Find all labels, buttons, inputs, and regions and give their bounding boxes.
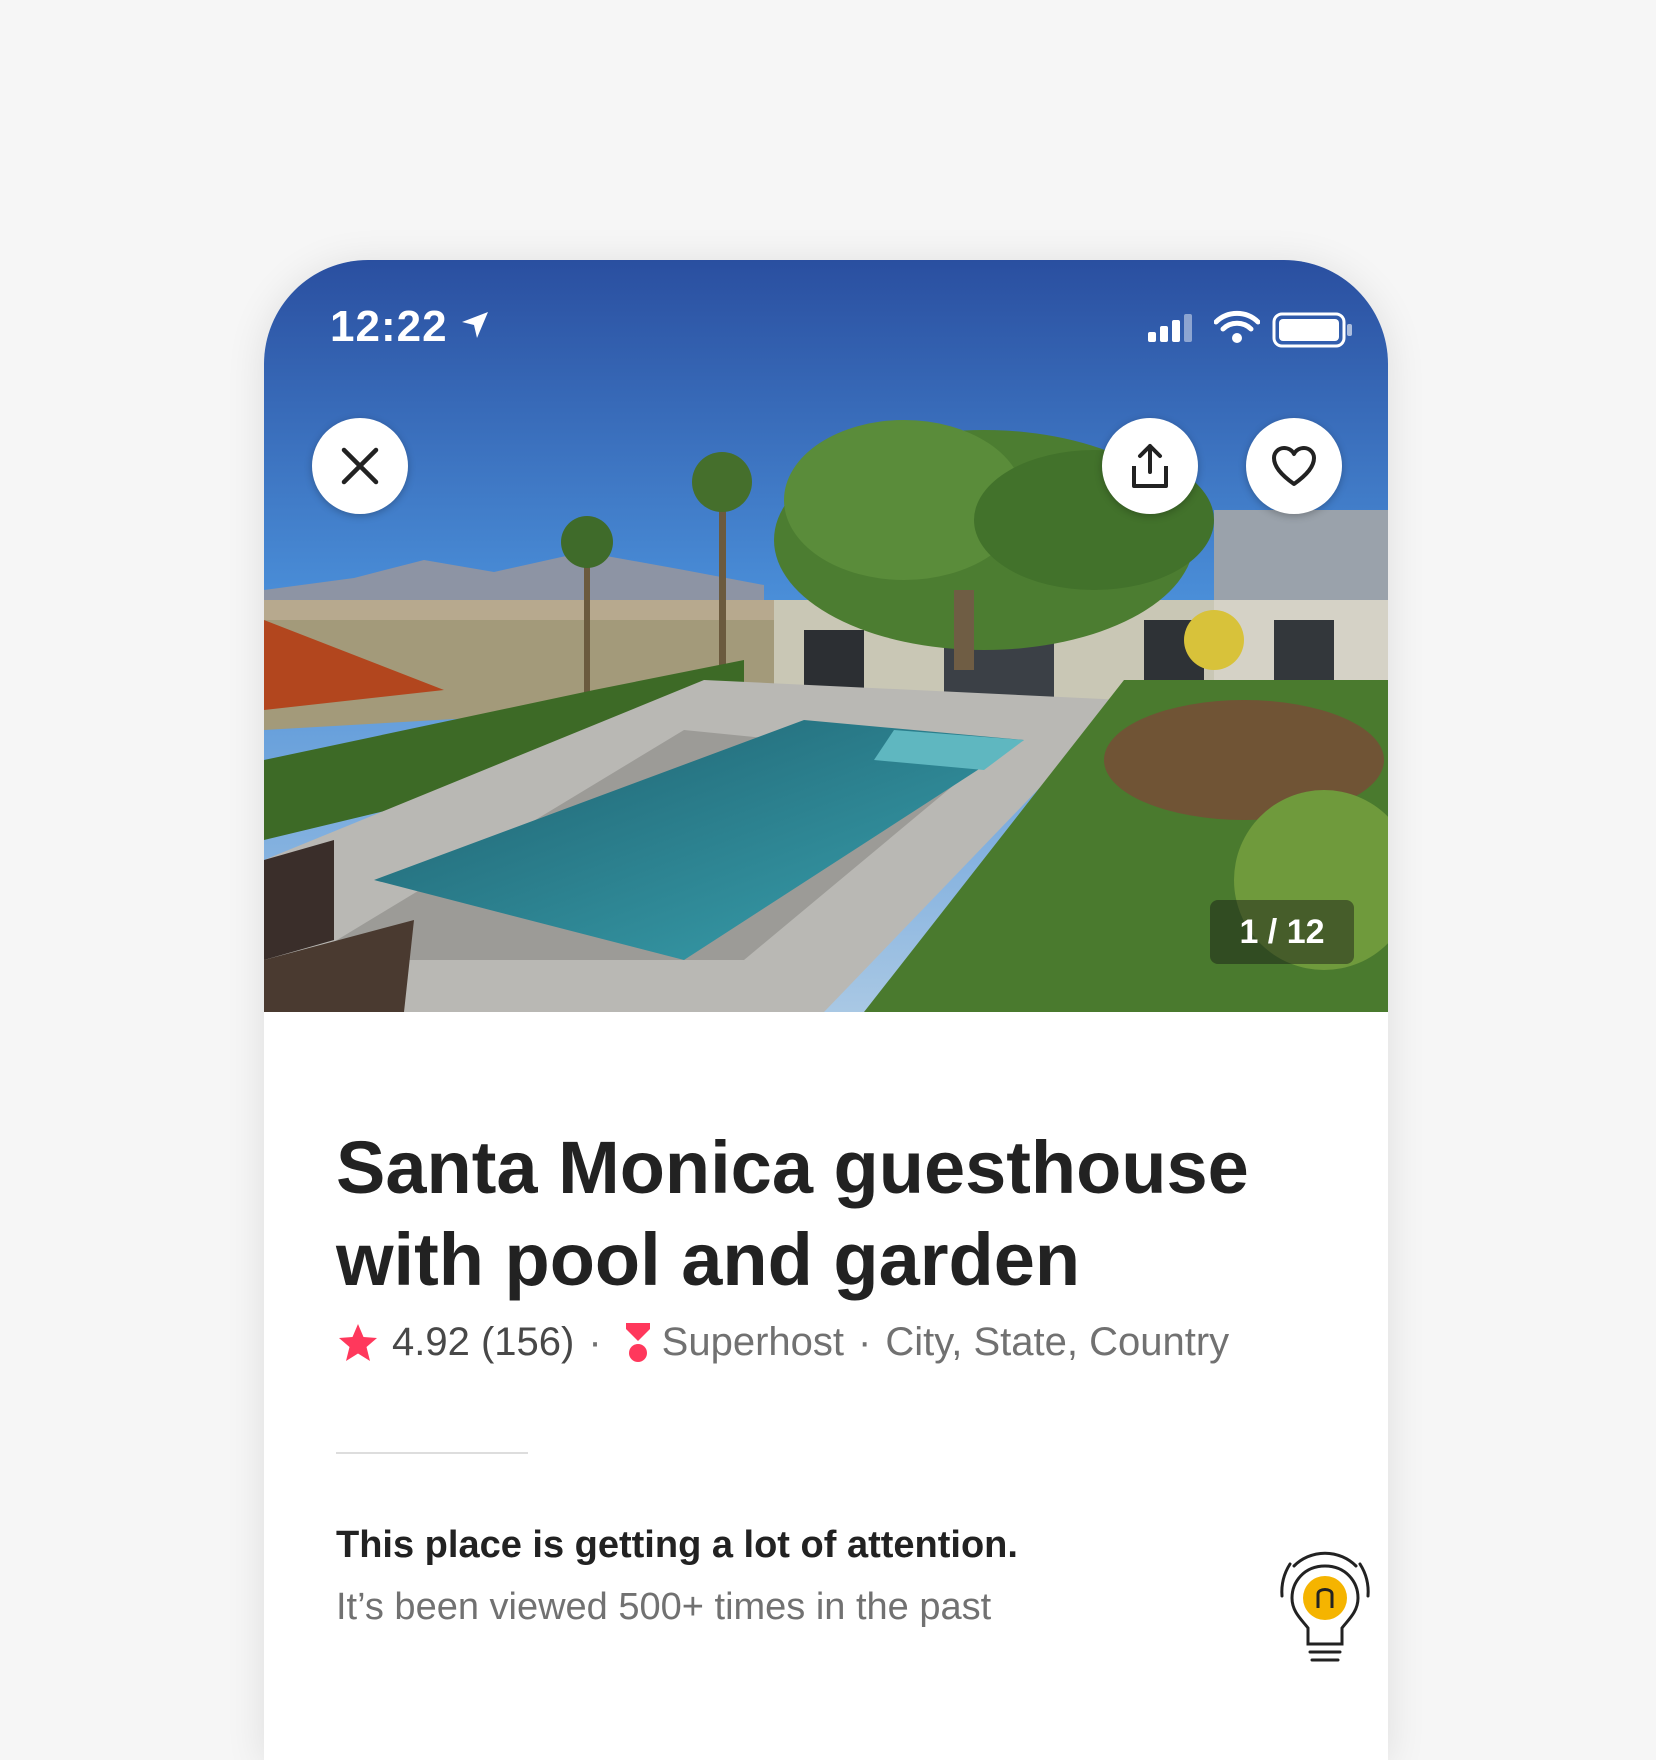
location-text[interactable]: City, State, Country	[885, 1320, 1229, 1365]
star-icon	[339, 1323, 377, 1361]
battery-icon	[1272, 312, 1352, 348]
close-icon	[341, 447, 379, 485]
notice-body: It’s been viewed 500+ times in the past	[336, 1586, 992, 1628]
heart-icon	[1272, 446, 1316, 486]
rating-text[interactable]: 4.92 (156)	[392, 1320, 574, 1365]
listing-meta: 4.92 (156) · Superhost · City, State, Co…	[336, 1320, 1336, 1365]
listing-title: Santa Monica guesthouse with pool and ga…	[336, 1126, 1249, 1301]
close-button[interactable]	[312, 418, 408, 514]
wifi-icon	[1214, 310, 1260, 343]
superhost-label: Superhost	[661, 1320, 845, 1364]
location-arrow-icon	[462, 312, 488, 338]
photo-counter: 1 / 12	[1210, 900, 1354, 964]
superhost-badge-icon	[625, 1322, 650, 1362]
share-button[interactable]	[1102, 418, 1198, 514]
status-bar: 12:22	[264, 260, 1388, 370]
lightbulb-icon	[1280, 1551, 1370, 1662]
phone-screen: 12:22 1 / 12 Santa Monica guesthouse wit…	[264, 260, 1388, 1760]
share-icon	[1132, 444, 1168, 488]
status-time: 12:22	[330, 302, 448, 351]
save-button[interactable]	[1246, 418, 1342, 514]
listing-photo[interactable]: 12:22 1 / 12	[264, 260, 1388, 1012]
separator-dot: ·	[858, 1320, 872, 1364]
separator-dot: ·	[588, 1320, 602, 1364]
cellular-signal-icon	[1148, 314, 1192, 342]
notice-title: This place is getting a lot of attention…	[336, 1524, 1018, 1566]
section-divider	[336, 1452, 528, 1454]
